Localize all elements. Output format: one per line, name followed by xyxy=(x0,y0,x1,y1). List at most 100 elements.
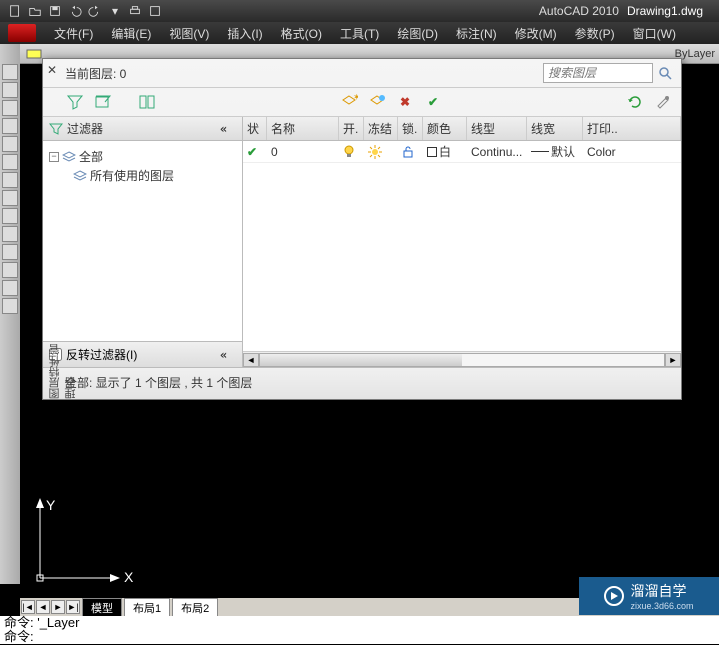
document-title: Drawing1.dwg xyxy=(627,4,719,18)
lineweight-preview-icon xyxy=(531,151,549,152)
open-icon[interactable] xyxy=(26,2,44,20)
delete-layer-icon[interactable]: ✖ xyxy=(395,92,415,112)
close-icon[interactable]: ✕ xyxy=(47,63,59,75)
menu-view[interactable]: 视图(V) xyxy=(163,23,215,44)
tab-nav-next-icon[interactable]: ► xyxy=(51,600,65,614)
menu-window[interactable]: 窗口(W) xyxy=(627,23,682,44)
refresh-icon[interactable] xyxy=(625,92,645,112)
col-status[interactable]: 状 xyxy=(243,117,267,140)
circle-tool-icon[interactable] xyxy=(2,100,18,116)
hatch-tool-icon[interactable] xyxy=(2,154,18,170)
new-layer-icon[interactable]: ✶ xyxy=(339,92,359,112)
col-plot[interactable]: 打印.. xyxy=(583,117,681,140)
menu-format[interactable]: 格式(O) xyxy=(275,23,328,44)
col-lock[interactable]: 锁. xyxy=(398,117,423,140)
redo-icon[interactable] xyxy=(86,2,104,20)
move-tool-icon[interactable] xyxy=(2,208,18,224)
scroll-thumb[interactable] xyxy=(260,354,462,366)
scroll-right-icon[interactable]: ► xyxy=(665,353,681,367)
copy-tool-icon[interactable] xyxy=(2,226,18,242)
layer-color-cell[interactable]: 白 xyxy=(423,141,467,162)
layer-states-manager-icon[interactable] xyxy=(137,92,157,112)
col-freeze[interactable]: 冻结 xyxy=(364,117,398,140)
layer-properties-dialog: ✕ 图层特性管理器 当前图层: 0 ✶ ✖ ✔ 过滤器 « xyxy=(42,58,682,400)
text-tool-icon[interactable] xyxy=(2,172,18,188)
tab-model[interactable]: 模型 xyxy=(82,598,122,617)
ucs-y-label: Y xyxy=(46,497,56,513)
menu-dimension[interactable]: 标注(N) xyxy=(450,23,503,44)
offset-tool-icon[interactable] xyxy=(2,298,18,314)
layer-linetype[interactable]: Continu... xyxy=(467,143,527,161)
tree-root-all[interactable]: − 全部 xyxy=(49,147,236,166)
layer-list-icon[interactable] xyxy=(24,45,44,63)
menu-modify[interactable]: 修改(M) xyxy=(509,23,563,44)
play-icon xyxy=(604,586,624,606)
plot-preview-icon[interactable] xyxy=(146,2,164,20)
dimension-tool-icon[interactable] xyxy=(2,190,18,206)
undo-icon[interactable] xyxy=(66,2,84,20)
rotate-tool-icon[interactable] xyxy=(2,244,18,260)
qat-dropdown-icon[interactable]: ▾ xyxy=(106,2,124,20)
tab-nav-first-icon[interactable]: |◄ xyxy=(21,600,35,614)
tree-child-label: 所有使用的图层 xyxy=(90,167,174,184)
layer-list[interactable]: ✔ 0 白 Continu... 默认 Color xyxy=(243,141,681,351)
app-menu-icon[interactable] xyxy=(8,24,36,42)
watermark-badge: 溜溜自学 zixue.3d66.com xyxy=(579,577,719,615)
extend-tool-icon[interactable] xyxy=(2,280,18,296)
col-name[interactable]: 名称 xyxy=(267,117,339,140)
filter-header-label: 过滤器 xyxy=(67,120,216,137)
lightbulb-on-icon[interactable] xyxy=(339,143,364,161)
badge-sub: zixue.3d66.com xyxy=(630,601,693,611)
layer-lineweight[interactable]: 默认 xyxy=(527,141,583,162)
new-icon[interactable] xyxy=(6,2,24,20)
new-layer-frozen-icon[interactable] xyxy=(367,92,387,112)
tab-layout1[interactable]: 布局1 xyxy=(124,598,170,617)
collapse-filter-foot-icon[interactable]: « xyxy=(220,348,236,362)
layer-name[interactable]: 0 xyxy=(267,143,339,161)
menu-draw[interactable]: 绘图(D) xyxy=(391,23,444,44)
col-color[interactable]: 颜色 xyxy=(423,117,467,140)
scroll-track[interactable] xyxy=(259,353,665,367)
col-linetype[interactable]: 线型 xyxy=(467,117,527,140)
horizontal-scrollbar[interactable]: ◄ ► xyxy=(243,351,681,367)
line-tool-icon[interactable] xyxy=(2,64,18,80)
tree-toggle-icon[interactable]: − xyxy=(49,152,59,162)
rectangle-tool-icon[interactable] xyxy=(2,136,18,152)
tree-used-layers[interactable]: 所有使用的图层 xyxy=(49,166,236,185)
search-layer-input[interactable] xyxy=(543,63,653,83)
new-group-filter-icon[interactable] xyxy=(93,92,113,112)
new-property-filter-icon[interactable] xyxy=(65,92,85,112)
trim-tool-icon[interactable] xyxy=(2,262,18,278)
print-icon[interactable] xyxy=(126,2,144,20)
layer-plotstyle[interactable]: Color xyxy=(583,143,681,161)
badge-main: 溜溜自学 xyxy=(630,581,693,601)
collapse-filter-icon[interactable]: « xyxy=(220,122,236,136)
settings-icon[interactable] xyxy=(653,92,673,112)
quick-access-toolbar: ▾ xyxy=(0,2,170,20)
arc-tool-icon[interactable] xyxy=(2,118,18,134)
menu-insert[interactable]: 插入(I) xyxy=(221,23,268,44)
ucs-icon: Y X xyxy=(32,496,122,586)
current-layer-label: 当前图层: 0 xyxy=(65,65,126,82)
layers-stack-icon xyxy=(62,151,76,163)
polyline-tool-icon[interactable] xyxy=(2,82,18,98)
menu-tools[interactable]: 工具(T) xyxy=(334,23,385,44)
unlock-icon[interactable] xyxy=(398,144,423,160)
menu-edit[interactable]: 编辑(E) xyxy=(105,23,157,44)
menu-file[interactable]: 文件(F) xyxy=(48,23,99,44)
tab-layout2[interactable]: 布局2 xyxy=(172,598,218,617)
save-icon[interactable] xyxy=(46,2,64,20)
command-history-line: 命令: '_Layer xyxy=(4,616,715,630)
scroll-left-icon[interactable]: ◄ xyxy=(243,353,259,367)
menu-parametric[interactable]: 参数(P) xyxy=(569,23,621,44)
tab-nav-prev-icon[interactable]: ◄ xyxy=(36,600,50,614)
search-icon[interactable] xyxy=(657,65,673,81)
sun-icon[interactable] xyxy=(364,143,398,161)
col-lineweight[interactable]: 线宽 xyxy=(527,117,583,140)
tab-nav-last-icon[interactable]: ►| xyxy=(66,600,80,614)
filter-tree[interactable]: − 全部 所有使用的图层 xyxy=(43,141,242,341)
col-on[interactable]: 开. xyxy=(339,117,364,140)
set-current-icon[interactable]: ✔ xyxy=(423,92,443,112)
command-line[interactable]: 命令: '_Layer 命令: xyxy=(0,616,719,644)
layer-row[interactable]: ✔ 0 白 Continu... 默认 Color xyxy=(243,141,681,163)
